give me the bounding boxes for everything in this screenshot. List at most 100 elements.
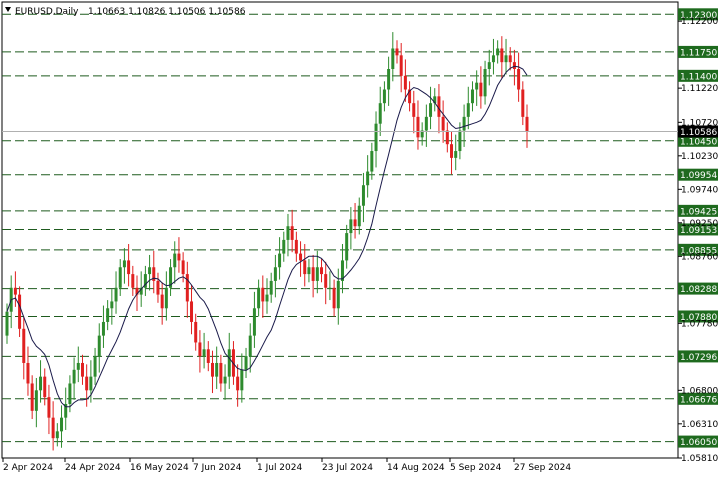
candle-body	[483, 68, 487, 97]
candle-body	[190, 301, 194, 322]
candle-body	[148, 267, 152, 275]
candle-body	[51, 417, 55, 439]
eurusd-chart: 1.123001.117501.114001.104501.099541.094…	[1, 1, 718, 473]
plot-frame	[1, 1, 679, 459]
candle-body	[76, 362, 80, 370]
current-price-label: 1.10586	[680, 128, 717, 138]
candle-body	[416, 116, 420, 138]
candle-body	[345, 233, 349, 261]
candle-body	[454, 151, 458, 158]
candle-body	[215, 362, 219, 377]
time-tick-label: 24 Apr 2024	[65, 463, 121, 473]
ohlc-label: 1.10663 1.10826 1.10506 1.10586	[88, 7, 246, 17]
candle-body	[479, 82, 483, 97]
candle-body	[525, 116, 529, 132]
candle-body	[30, 383, 34, 411]
candle-body	[500, 48, 504, 63]
candle-body	[236, 376, 240, 391]
candle-body	[223, 376, 227, 384]
level-label: 1.06676	[680, 395, 717, 405]
candle-body	[424, 116, 428, 131]
candle-body	[349, 219, 353, 234]
candle-body	[198, 342, 202, 357]
candle-body	[101, 321, 105, 336]
price-tick-label: 1.06800	[681, 386, 718, 396]
candle-body	[315, 267, 319, 281]
candle-body	[177, 253, 181, 261]
candle-body	[210, 362, 214, 377]
candle-body	[185, 274, 189, 302]
candle-body	[470, 89, 474, 104]
price-tick-label: 1.05810	[681, 454, 718, 464]
candle-body	[55, 431, 59, 439]
candle-body	[18, 294, 22, 329]
candle-body	[89, 376, 93, 391]
candle-body	[156, 280, 160, 295]
candle-body	[370, 151, 374, 172]
time-tick-label: 23 Jul 2024	[322, 463, 373, 473]
time-tick-label: 14 Aug 2024	[387, 463, 445, 473]
candle-body	[118, 267, 122, 288]
time-tick-label: 2 Apr 2024	[3, 463, 53, 473]
candle-body	[60, 417, 64, 432]
candle-body	[361, 185, 365, 206]
candle-body	[93, 356, 97, 377]
candle-body	[290, 226, 294, 240]
candle-body	[286, 226, 290, 240]
candle-body	[517, 68, 521, 90]
level-label: 1.09954	[680, 171, 717, 181]
candle-body	[336, 280, 340, 309]
candle-body	[39, 376, 43, 391]
candle-body	[311, 267, 315, 281]
candle-body	[307, 267, 311, 275]
price-tick-label: 1.07780	[681, 319, 718, 329]
candle-body	[164, 287, 168, 309]
candle-body	[34, 390, 38, 411]
candle-body	[257, 287, 261, 309]
candle-body	[127, 260, 131, 275]
candle-body	[521, 89, 525, 117]
candle-body	[181, 260, 185, 275]
level-label: 1.09425	[680, 207, 717, 217]
candle-body	[450, 144, 454, 158]
candle-body	[320, 267, 324, 275]
candle-body	[403, 75, 407, 90]
candle-body	[328, 287, 332, 289]
candle-body	[387, 68, 391, 90]
time-tick-label: 27 Sep 2024	[514, 463, 571, 473]
price-tick-label: 1.09740	[681, 185, 718, 195]
candle-body	[303, 260, 307, 275]
candle-body	[26, 362, 30, 384]
candle-body	[106, 308, 110, 322]
candle-body	[13, 287, 17, 295]
candle-body	[429, 103, 433, 117]
candle-body	[68, 383, 72, 404]
candle-body	[512, 62, 516, 69]
time-axis: 2 Apr 2024 24 Apr 2024 16 May 2024 7 Jun 20…	[2, 458, 571, 473]
price-tick-label: 1.12200	[681, 17, 718, 27]
candle-body	[80, 362, 84, 377]
candle-body	[261, 287, 265, 302]
time-tick-label: 7 Jun 2024	[193, 463, 242, 473]
candle-body	[395, 48, 399, 56]
candle-body	[324, 274, 328, 288]
candle-body	[278, 253, 282, 268]
candle-body	[206, 349, 210, 363]
candle-body	[240, 369, 244, 391]
candle-body	[441, 116, 445, 131]
candle-body	[248, 335, 252, 357]
candle-body	[252, 308, 256, 336]
candle-body	[97, 335, 101, 357]
chart-header: EURUSD,Daily 1.10663 1.10826 1.10506 1.1…	[5, 7, 246, 17]
candle-body	[496, 48, 500, 56]
candle-body	[72, 369, 76, 384]
candle-body	[160, 294, 164, 309]
candle-body	[399, 55, 403, 76]
time-tick-label: 5 Sep 2024	[450, 463, 502, 473]
price-tick-label: 1.06310	[681, 420, 718, 430]
level-label: 1.11750	[680, 48, 717, 58]
candle-body	[47, 397, 51, 418]
price-tick-label: 1.08760	[681, 252, 718, 262]
level-label: 1.06050	[680, 438, 717, 448]
symbol-label: EURUSD,Daily	[15, 7, 79, 17]
